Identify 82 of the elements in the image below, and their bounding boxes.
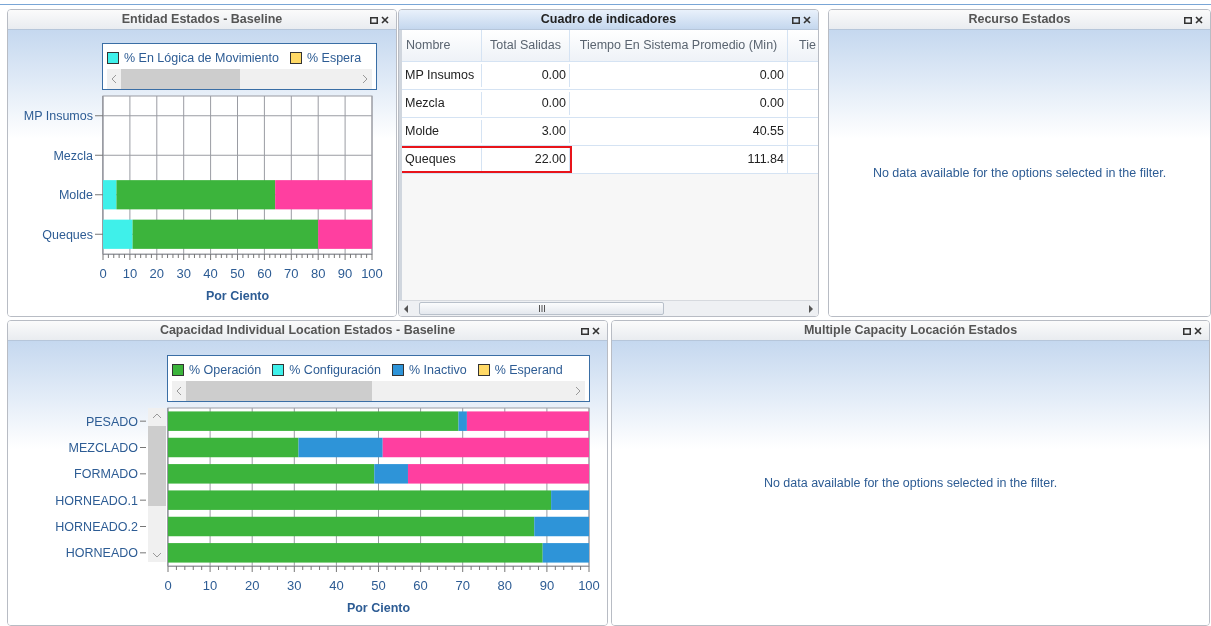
panel-title: Recurso Estados <box>968 11 1071 29</box>
tick-label: 90 <box>539 577 555 593</box>
tick-label: 30 <box>176 265 191 281</box>
tick-label: 50 <box>230 265 245 281</box>
left-arrow-icon[interactable] <box>402 304 410 313</box>
column-header[interactable]: Tiempo En Sistema Promedio (Min) <box>570 30 788 61</box>
legend-label: % En Lógica de Movimiento <box>124 50 279 67</box>
table-cell: 111.84 <box>570 146 788 173</box>
tick-label: 40 <box>203 265 218 281</box>
panel-title: Entidad Estados - Baseline <box>121 11 283 29</box>
tick-label: 40 <box>329 577 344 593</box>
category-label: HORNEADO <box>65 546 138 561</box>
category-label: Mezcla <box>53 148 93 163</box>
tick-label: 70 <box>455 577 470 593</box>
tick-label: 50 <box>371 577 386 593</box>
table-cell: 0.00 <box>570 90 788 117</box>
category-label: Molde <box>58 188 93 202</box>
close-icon[interactable] <box>803 16 811 24</box>
column-header[interactable]: Total Salidas <box>482 30 570 61</box>
vertical-scrollbar[interactable] <box>148 407 166 562</box>
scroll-thumb[interactable] <box>419 302 664 315</box>
table-cell: Molde <box>402 120 482 143</box>
category-label: FORMADO <box>74 467 138 482</box>
table-cell: 0.00 <box>482 92 570 115</box>
restore-icon[interactable] <box>1183 327 1191 335</box>
right-arrow-icon[interactable] <box>807 304 815 313</box>
tick-label: 20 <box>244 577 260 593</box>
tick-label: 60 <box>413 577 428 593</box>
tick-label: 20 <box>149 265 165 281</box>
tick-label: 60 <box>257 265 272 281</box>
tick-label: 90 <box>337 265 353 281</box>
table-cell: 0.00 <box>570 62 788 89</box>
legend-label: % Esperand <box>494 362 563 379</box>
tick-label: 0 <box>164 577 172 593</box>
axis-title: Por Ciento <box>205 288 270 303</box>
category-label: Queques <box>42 227 93 242</box>
legend-scrollbar[interactable] <box>172 380 585 401</box>
legend-label: % Inactivo <box>409 362 467 379</box>
panel-title: Capacidad Individual Location Estados - Baseline <box>159 322 456 340</box>
close-icon[interactable] <box>381 16 389 24</box>
close-icon[interactable] <box>1194 327 1202 335</box>
tick-label: 10 <box>122 265 138 281</box>
category-label: PESADO <box>85 414 138 429</box>
category-label: HORNEADO.2 <box>55 519 138 534</box>
table-cell: 3.00 <box>482 120 570 143</box>
restore-icon[interactable] <box>792 16 800 24</box>
tick-label: 80 <box>310 265 326 281</box>
tick-label: 80 <box>497 577 513 593</box>
table-cell: MP Insumos <box>402 64 482 87</box>
close-icon[interactable] <box>592 327 600 335</box>
table-cell: Mezcla <box>402 92 482 115</box>
tick-label: 100 <box>361 265 383 281</box>
table-cell: 22.00 <box>482 148 570 171</box>
panel-title: Cuadro de indicadores <box>540 11 677 29</box>
table-cell: 40.55 <box>570 118 788 145</box>
empty-message: No data available for the options selected in the filter. <box>872 164 1167 182</box>
table-cell: 0.00 <box>482 64 570 87</box>
axis-title: Por Ciento <box>346 600 411 615</box>
scroll-thumb[interactable] <box>121 68 241 89</box>
grip-icon <box>538 305 545 312</box>
close-icon[interactable] <box>1195 16 1203 24</box>
legend-scrollbar[interactable] <box>107 68 372 89</box>
horizontal-scrollbar[interactable] <box>399 300 818 316</box>
scroll-thumb[interactable] <box>186 380 372 401</box>
restore-icon[interactable] <box>1184 16 1192 24</box>
tick-label: 70 <box>284 265 299 281</box>
legend-label: % Operación <box>189 362 262 379</box>
tick-label: 30 <box>287 577 302 593</box>
empty-message: No data available for the options selected in the filter. <box>763 474 1058 492</box>
legend-label: % Configuración <box>289 362 381 379</box>
restore-icon[interactable] <box>581 327 589 335</box>
restore-icon[interactable] <box>370 16 378 24</box>
tick-label: 0 <box>99 265 107 281</box>
category-label: MEZCLADO <box>68 440 138 455</box>
category-label: HORNEADO.1 <box>55 493 138 508</box>
tick-label: 10 <box>202 577 218 593</box>
tick-label: 100 <box>578 577 600 593</box>
legend-label: % Espera <box>306 50 362 67</box>
table-cell: Queques <box>402 148 482 171</box>
column-header[interactable]: Nombre <box>402 30 482 61</box>
panel-title: Multiple Capacity Locación Estados <box>803 322 1018 340</box>
category-label: MP Insumos <box>23 109 93 123</box>
